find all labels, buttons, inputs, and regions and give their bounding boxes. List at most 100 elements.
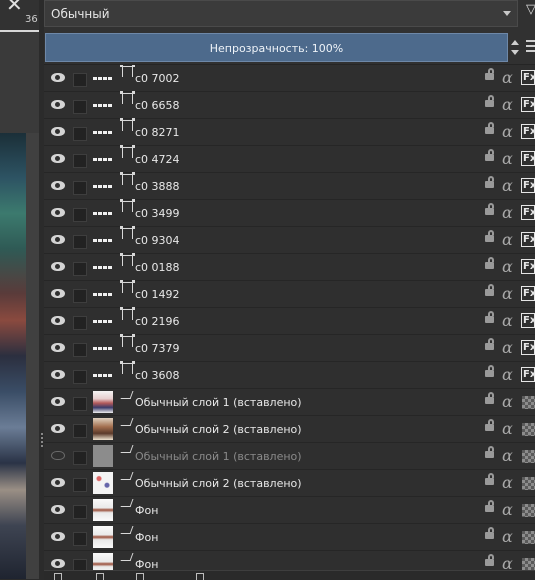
lock-icon[interactable] [485,527,494,539]
eye-icon[interactable] [51,100,65,109]
layer-name[interactable]: c0 2196 [135,315,180,328]
layer-color-label[interactable] [73,127,87,141]
eye-icon[interactable] [51,289,65,298]
inherit-alpha-icon[interactable] [522,504,535,517]
layer-color-label[interactable] [73,370,87,384]
lock-icon[interactable] [485,149,494,161]
lock-icon[interactable] [485,284,494,296]
eye-icon[interactable] [51,478,65,487]
eye-icon[interactable] [51,505,65,514]
layer-row[interactable]: c0 7002 α Fx [44,65,535,92]
lock-icon[interactable] [485,365,494,377]
alpha-lock-icon[interactable]: α [502,203,513,222]
inherit-alpha-icon[interactable] [522,531,535,544]
layer-style-icon[interactable]: Fx [521,97,535,112]
alpha-lock-icon[interactable]: α [502,311,513,330]
layer-color-label[interactable] [73,397,87,411]
lock-icon[interactable] [485,500,494,512]
layer-row[interactable]: Фон α [44,551,535,571]
layer-style-icon[interactable]: Fx [521,70,535,85]
opacity-spinbox[interactable] [510,33,520,62]
eye-icon[interactable] [51,343,65,352]
alpha-lock-icon[interactable]: α [502,149,513,168]
eye-icon[interactable] [51,262,65,271]
layer-row[interactable]: Обычный слой 2 (вставлено) α [44,416,535,443]
lock-icon[interactable] [485,446,494,458]
layer-name[interactable]: c0 1492 [135,288,180,301]
canvas-scrollbar[interactable] [26,133,39,579]
layer-color-label[interactable] [73,208,87,222]
panel-splitter[interactable] [41,433,43,447]
eye-icon[interactable] [51,235,65,244]
layer-color-label[interactable] [73,235,87,249]
alpha-lock-icon[interactable]: α [502,176,513,195]
eye-icon[interactable] [51,370,65,379]
layer-name[interactable]: c0 0188 [135,261,180,274]
alpha-lock-icon[interactable]: α [502,230,513,249]
layer-row[interactable]: c0 3888 α Fx [44,172,535,200]
layer-name[interactable]: Обычный слой 1 (вставлено) [135,450,302,463]
layer-row[interactable]: Обычный слой 1 (вставлено) α [44,389,535,416]
alpha-lock-icon[interactable]: α [502,392,513,411]
layer-name[interactable]: c0 9304 [135,234,180,247]
layer-name[interactable]: c0 3608 [135,369,180,382]
layer-name[interactable]: c0 8271 [135,126,180,139]
layer-name[interactable]: c0 7379 [135,342,180,355]
alpha-lock-icon[interactable]: α [502,500,513,519]
canvas-artwork[interactable] [0,133,26,579]
layer-color-label[interactable] [73,505,87,519]
lock-icon[interactable] [485,176,494,188]
alpha-lock-icon[interactable]: α [502,257,513,276]
layer-row[interactable]: Обычный слой 1 (вставлено) α [44,443,535,470]
layer-style-icon[interactable]: Fx [521,205,535,220]
filter-icon[interactable]: ▽ [526,2,535,24]
layer-row[interactable]: c0 3499 α Fx [44,199,535,227]
lock-icon[interactable] [485,203,494,215]
eye-icon[interactable] [51,559,65,568]
canvas-area[interactable]: ✕ 36 [0,0,39,579]
eye-icon[interactable] [51,424,65,433]
layer-row[interactable]: c0 7379 α Fx [44,334,535,362]
eye-icon[interactable] [51,316,65,325]
layer-name[interactable]: c0 3888 [135,180,180,193]
alpha-lock-icon[interactable]: α [502,527,513,546]
layer-style-icon[interactable]: Fx [521,151,535,166]
layer-row[interactable]: Обычный слой 2 (вставлено) α [44,470,535,497]
layer-row[interactable]: c0 1492 α Fx [44,280,535,308]
layer-row[interactable]: c0 6658 α Fx [44,91,535,119]
layer-color-label[interactable] [73,262,87,276]
spin-up-icon[interactable] [511,40,519,45]
inherit-alpha-icon[interactable] [522,423,535,436]
alpha-lock-icon[interactable]: α [502,446,513,465]
eye-icon[interactable] [51,73,65,82]
layer-name[interactable]: c0 4724 [135,153,180,166]
layer-row[interactable]: Фон α [44,524,535,551]
eye-icon[interactable] [51,127,65,136]
layer-name[interactable]: c0 7002 [135,72,180,85]
eye-closed-icon[interactable] [51,451,65,460]
lock-icon[interactable] [485,554,494,566]
layer-row[interactable]: c0 4724 α Fx [44,145,535,173]
layer-color-label[interactable] [73,73,87,87]
close-icon[interactable]: ✕ [6,0,23,14]
spin-down-icon[interactable] [511,50,519,55]
lock-icon[interactable] [485,68,494,80]
alpha-lock-icon[interactable]: α [502,419,513,438]
layer-color-label[interactable] [73,478,87,492]
layer-name[interactable]: Обычный слой 1 (вставлено) [135,396,302,409]
eye-icon[interactable] [51,397,65,406]
layer-style-icon[interactable]: Fx [521,367,535,382]
layer-name[interactable]: Фон [135,531,158,544]
layer-style-icon[interactable]: Fx [521,259,535,274]
layer-color-label[interactable] [73,424,87,438]
alpha-lock-icon[interactable]: α [502,365,513,384]
lock-icon[interactable] [485,473,494,485]
eye-icon[interactable] [51,181,65,190]
layer-color-label[interactable] [73,289,87,303]
layer-row[interactable]: c0 2196 α Fx [44,307,535,335]
opacity-slider[interactable]: Непрозрачность: 100% [45,33,508,62]
layer-style-icon[interactable]: Fx [521,286,535,301]
layer-row[interactable]: Фон α [44,497,535,524]
layer-name[interactable]: Обычный слой 2 (вставлено) [135,423,302,436]
layer-row[interactable]: c0 0188 α Fx [44,253,535,281]
